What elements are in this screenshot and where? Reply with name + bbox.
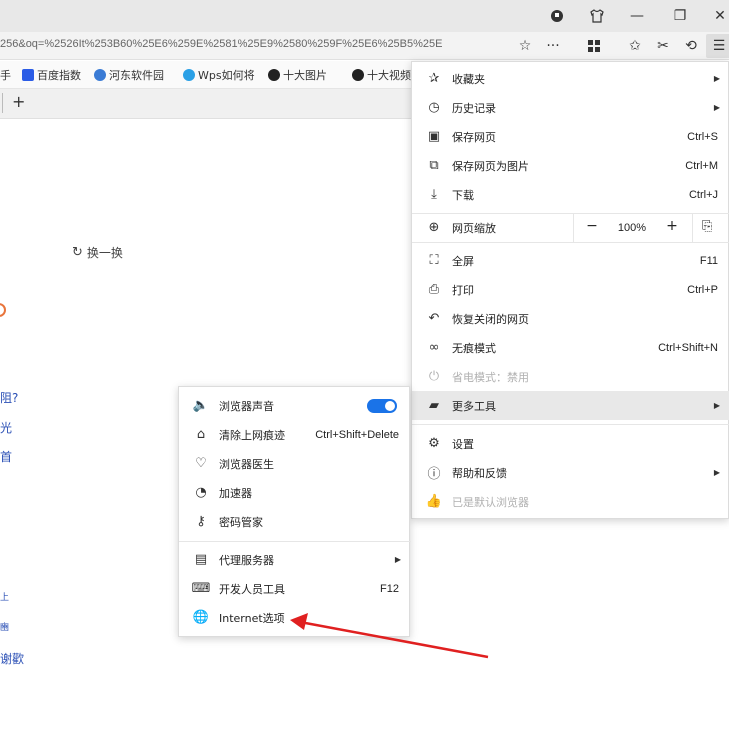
annotation-arrow — [290, 613, 489, 659]
